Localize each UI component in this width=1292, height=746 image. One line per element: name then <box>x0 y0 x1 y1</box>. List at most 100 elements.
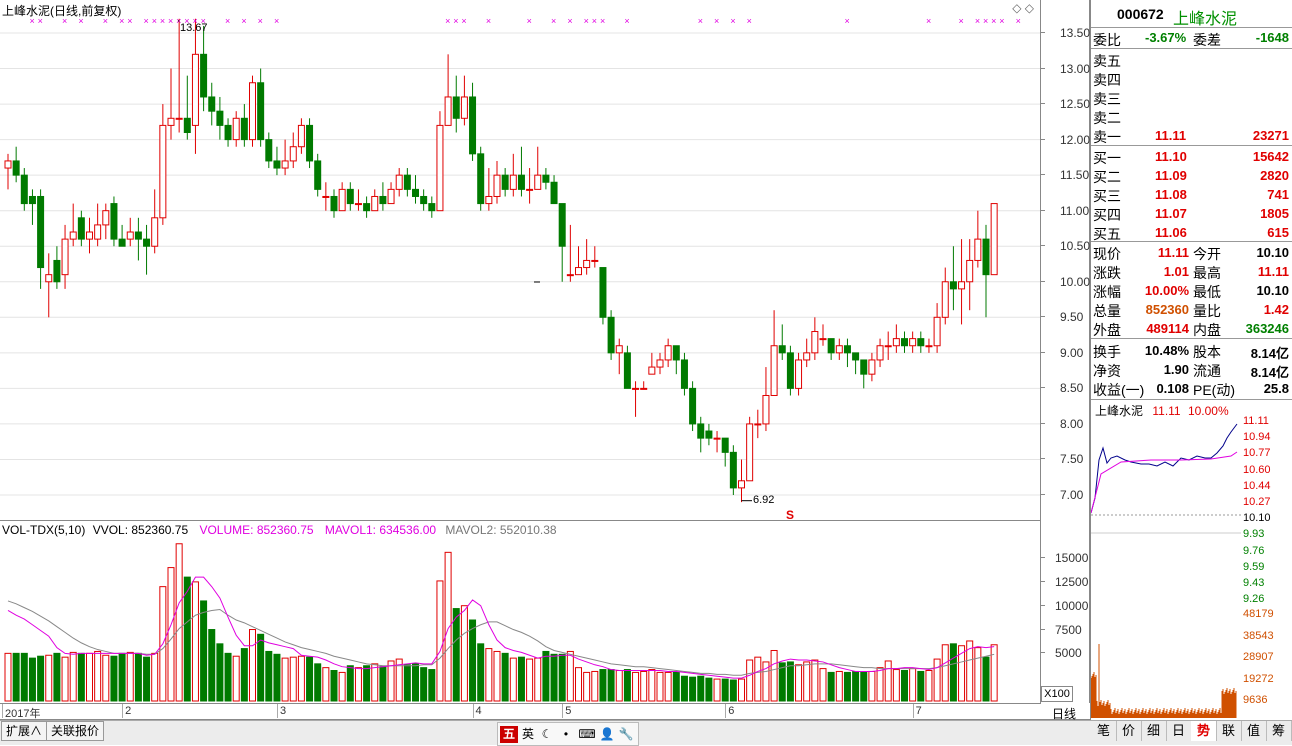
stat-value: 1.01 <box>1163 264 1189 279</box>
moon-icon[interactable]: ☾ <box>538 726 556 743</box>
candle-body <box>314 160 322 190</box>
sell-level-volume: 23271 <box>1252 128 1289 143</box>
vol-tick-mark <box>1041 652 1045 654</box>
candle-body <box>420 195 428 205</box>
buy-level-row: 买三 11.08 741 <box>1091 185 1292 204</box>
stat-value: 10.48% <box>1144 343 1189 358</box>
vol-tick-mark <box>1041 604 1045 606</box>
candle-body <box>827 338 835 354</box>
candle-body <box>876 345 884 361</box>
candle-body <box>265 139 273 162</box>
price-tick-label: 10.00 <box>1060 274 1091 289</box>
mini-avg-line <box>1091 451 1238 514</box>
dot-icon[interactable]: • <box>557 726 575 743</box>
volume-bar <box>925 670 933 702</box>
candle-body <box>485 195 493 205</box>
mini-vol-tick: 48179 <box>1243 608 1274 620</box>
volume-bar <box>933 658 941 702</box>
stat-label: 涨幅 <box>1093 284 1121 300</box>
candle-body <box>126 231 134 240</box>
tab-expand[interactable]: 扩展∧ <box>1 721 48 741</box>
sell-level-label: 卖一 <box>1093 129 1121 145</box>
volume-bar <box>191 581 199 702</box>
volume-bar <box>835 670 843 702</box>
candle-body <box>208 96 216 112</box>
volume-bar <box>827 671 835 702</box>
tab-7[interactable]: 值 <box>1241 721 1267 741</box>
volume-bar <box>175 543 183 702</box>
tab-6[interactable]: 联 <box>1216 721 1242 741</box>
candle-body <box>493 174 501 197</box>
volume-bar <box>330 670 338 702</box>
volume-bar <box>20 652 28 702</box>
volume-bar <box>982 656 990 702</box>
candle-body <box>648 366 656 375</box>
ime-english-icon[interactable]: 英 <box>519 726 537 743</box>
tab-8[interactable]: 筹 <box>1266 721 1292 741</box>
price-tick-mark <box>1041 387 1045 389</box>
candle-body <box>20 174 28 205</box>
date-label: 7 <box>915 705 922 717</box>
signal-mark: × <box>551 16 556 26</box>
price-tick-label: 12.50 <box>1060 97 1091 112</box>
volume-bar <box>786 661 794 702</box>
volume-panel[interactable]: VOL-TDX(5,10) VVOL: 852360.75 VOLUME: 85… <box>0 521 1041 704</box>
candle-body <box>721 437 729 453</box>
stat-label: 收益(一) <box>1093 382 1145 398</box>
candle-body <box>387 188 395 205</box>
price-tick-label: 8.00 <box>1060 416 1084 431</box>
volume-bar <box>200 600 208 702</box>
tab-5[interactable]: 势 <box>1191 721 1217 741</box>
signal-mark: × <box>698 16 703 26</box>
candle-body <box>371 195 379 212</box>
candle-body <box>656 359 664 368</box>
volume-bar <box>69 651 77 702</box>
buy-level-volume: 741 <box>1267 187 1289 202</box>
input-method-bar[interactable]: 五 英 ☾ • ⌨ 👤 🔧 <box>497 722 639 746</box>
candle-body <box>884 345 892 348</box>
intraday-mini-chart[interactable]: 上峰水泥 11.11 10.00% 11.11 10.94 10.77 10.60 10… <box>1091 400 1292 720</box>
candle-body <box>509 174 517 190</box>
volume-bar <box>460 605 468 702</box>
kline-chart[interactable]: × × × × × × × × × × × × × × × × × × × × × × × × × × × × × × × × × × × × × × × ×… <box>0 0 1040 520</box>
mini-price-tick: 9.26 <box>1243 593 1265 606</box>
volume-bar <box>126 651 134 702</box>
quote-panel: 000672 上峰水泥 委比 -3.67% 委差 -1648 卖五 卖四 卖三 卖二卖… <box>1090 0 1292 720</box>
tab-4[interactable]: 日 <box>1166 721 1192 741</box>
user-icon[interactable]: 👤 <box>598 726 616 743</box>
keyboard-icon[interactable]: ⌨ <box>578 726 596 743</box>
volume-bar <box>403 664 411 702</box>
tab-3[interactable]: 细 <box>1141 721 1167 741</box>
stat-label: 外盘 <box>1093 322 1121 338</box>
vol-tick-mark <box>1041 628 1045 630</box>
stat-label: 今开 <box>1193 246 1221 262</box>
buy-level-price: 11.07 <box>1155 206 1187 221</box>
candle-body <box>762 394 770 425</box>
stat-label: 换手 <box>1093 344 1121 360</box>
volume-bar <box>901 670 908 702</box>
candle-body <box>501 174 509 190</box>
volume-chart[interactable] <box>0 521 1040 703</box>
price-tick-mark <box>1041 494 1045 495</box>
tab-1[interactable]: 笔 <box>1091 721 1117 741</box>
volume-unit: X100 <box>1041 686 1073 702</box>
wrench-icon[interactable]: 🔧 <box>617 726 635 743</box>
candle-body <box>958 281 966 290</box>
volume-bar <box>289 656 297 702</box>
ime-logo-icon[interactable]: 五 <box>500 726 518 743</box>
signal-mark: × <box>453 16 458 26</box>
stats-row: 现价 11.11 今开 10.10 <box>1091 243 1292 262</box>
volume-bar <box>811 659 819 702</box>
candle-body <box>835 345 843 354</box>
volume-bar <box>134 652 142 702</box>
sell-level-row: 卖三 <box>1091 88 1292 107</box>
tab-2[interactable]: 价 <box>1116 721 1142 741</box>
tab-related-quote[interactable]: 关联报价 <box>46 721 105 741</box>
buy-level-price: 11.09 <box>1155 168 1187 183</box>
weicha-value: -1648 <box>1255 30 1289 45</box>
kline-panel[interactable]: 上峰水泥(日线,前复权) ◇ ◇ × × × × × × × × × × × × × × × × × × × × × × ×… <box>0 0 1041 522</box>
date-label: 2 <box>125 705 132 717</box>
stat-value: 852360 <box>1145 302 1189 317</box>
vol-tick-mark <box>1041 580 1045 582</box>
signal-mark: × <box>103 16 108 26</box>
